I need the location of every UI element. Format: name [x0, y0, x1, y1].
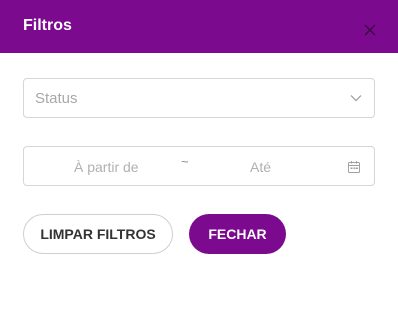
calendar-icon[interactable] [347, 160, 361, 174]
close-icon [362, 22, 378, 38]
filters-header: Filtros [0, 0, 398, 53]
clear-filters-button[interactable]: LIMPAR FILTROS [23, 214, 173, 254]
dialog-title: Filtros [23, 17, 72, 34]
date-range-picker: ~ [23, 146, 375, 186]
date-range-separator: ~ [181, 154, 189, 169]
end-date-input[interactable] [224, 157, 334, 177]
start-date-input[interactable] [64, 157, 194, 177]
chevron-down-icon [350, 94, 362, 102]
status-select[interactable]: Status [23, 78, 375, 118]
close-button[interactable] [362, 22, 378, 38]
close-filters-button[interactable]: FECHAR [189, 214, 286, 254]
status-placeholder: Status [35, 90, 78, 107]
